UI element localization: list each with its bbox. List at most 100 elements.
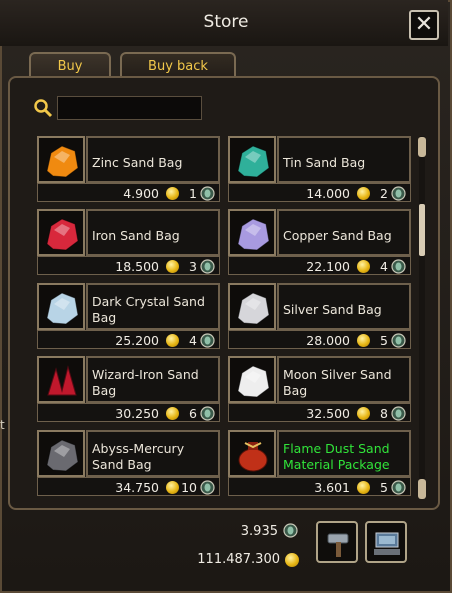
item-price-row: 4.900 1 (37, 183, 220, 202)
gold-coin-icon (166, 260, 179, 273)
item-name: Iron Sand Bag (86, 209, 220, 256)
hammer-icon (327, 533, 349, 557)
scroll-up-button[interactable] (418, 137, 426, 157)
gem-icon (200, 406, 215, 421)
scrollbar-track[interactable] (419, 136, 425, 498)
item-name: Flame Dust Sand Material Package (277, 430, 411, 477)
item-name: Tin Sand Bag (277, 136, 411, 183)
store-item[interactable]: Abyss-Mercury Sand Bag 34.750 10 (37, 430, 221, 496)
gold-coin-icon (357, 260, 370, 273)
pale-blue-ore-icon (46, 292, 79, 325)
store-item[interactable]: Wizard-Iron Sand Bag 30.250 6 (37, 356, 221, 422)
repair-button[interactable] (316, 521, 358, 563)
search-input[interactable] (57, 96, 202, 120)
item-icon-slot[interactable] (37, 209, 85, 256)
gold-coin-icon (357, 407, 370, 420)
item-quantity: 1 (189, 186, 197, 201)
item-quantity: 3 (189, 259, 197, 274)
sell-button[interactable] (365, 521, 407, 563)
gold-coin-icon (285, 553, 299, 567)
item-name: Copper Sand Bag (277, 209, 411, 256)
store-item[interactable]: Zinc Sand Bag 4.900 1 (37, 136, 221, 202)
item-quantity: 5 (380, 333, 388, 348)
gold-coin-icon (166, 187, 179, 200)
item-price-row: 18.500 3 (37, 256, 220, 275)
item-price-row: 32.500 8 (228, 403, 411, 422)
item-icon-slot[interactable] (37, 283, 85, 330)
item-price: 32.500 (306, 406, 350, 421)
item-icon-slot[interactable] (228, 209, 276, 256)
item-icon-slot[interactable] (228, 430, 276, 477)
item-icon-slot[interactable] (37, 356, 85, 403)
gold-total: 111.487.300 (197, 552, 280, 567)
item-price-row: 3.601 5 (228, 477, 411, 496)
store-item[interactable]: Moon Silver Sand Bag 32.500 8 (228, 356, 412, 422)
store-item[interactable]: Iron Sand Bag 18.500 3 (37, 209, 221, 275)
gem-icon (200, 480, 215, 495)
red-ore-icon (46, 218, 79, 251)
item-name: Zinc Sand Bag (86, 136, 220, 183)
scrollbar-thumb[interactable] (419, 204, 425, 256)
gem-icon (200, 333, 215, 348)
item-quantity: 2 (380, 186, 388, 201)
item-price: 18.500 (115, 259, 159, 274)
item-price-row: 14.000 2 (228, 183, 411, 202)
item-quantity: 4 (380, 259, 388, 274)
item-icon-slot[interactable] (37, 430, 85, 477)
store-item[interactable]: Copper Sand Bag 22.100 4 (228, 209, 412, 275)
store-item[interactable]: Tin Sand Bag 14.000 2 (228, 136, 412, 202)
item-quantity: 6 (189, 406, 197, 421)
gem-icon (200, 186, 215, 201)
item-price: 14.000 (306, 186, 350, 201)
gem-icon (283, 523, 298, 538)
gem-icon (391, 333, 406, 348)
window-title: Store (203, 12, 249, 32)
silver-ore-icon (237, 292, 270, 325)
search-icon (34, 99, 53, 118)
item-name: Abyss-Mercury Sand Bag (86, 430, 220, 477)
item-name: Silver Sand Bag (277, 283, 411, 330)
background-text: t (0, 418, 5, 432)
gold-coin-icon (357, 334, 370, 347)
orange-ore-icon (46, 145, 79, 178)
store-item[interactable]: Dark Crystal Sand Bag 25.200 4 (37, 283, 221, 349)
crimson-crystal-icon (47, 365, 77, 396)
item-price: 3.601 (314, 480, 350, 495)
gem-icon (391, 259, 406, 274)
item-quantity: 8 (380, 406, 388, 421)
item-price-row: 25.200 4 (37, 330, 220, 349)
item-name: Wizard-Iron Sand Bag (86, 356, 220, 403)
gold-coin-icon (166, 407, 179, 420)
item-name: Moon Silver Sand Bag (277, 356, 411, 403)
teal-ore-icon (237, 145, 270, 178)
item-price: 28.000 (306, 333, 350, 348)
item-icon-slot[interactable] (228, 136, 276, 183)
item-price-row: 22.100 4 (228, 256, 411, 275)
item-price: 25.200 (115, 333, 159, 348)
dark-gray-ore-icon (46, 439, 79, 472)
item-icon-slot[interactable] (37, 136, 85, 183)
item-name: Dark Crystal Sand Bag (86, 283, 220, 330)
item-price-row: 34.750 10 (37, 477, 220, 496)
close-button[interactable]: ✕ (409, 10, 439, 40)
red-pouch-icon (238, 442, 268, 472)
item-quantity: 10 (181, 480, 197, 495)
store-item[interactable]: Flame Dust Sand Material Package 3.601 5 (228, 430, 412, 496)
item-price: 30.250 (115, 406, 159, 421)
item-quantity: 5 (380, 480, 388, 495)
scroll-down-button[interactable] (418, 479, 426, 499)
item-icon-slot[interactable] (228, 283, 276, 330)
store-item[interactable]: Silver Sand Bag 28.000 5 (228, 283, 412, 349)
gem-icon (391, 480, 406, 495)
lavender-ore-icon (237, 218, 270, 251)
gem-icon (391, 406, 406, 421)
item-price: 22.100 (306, 259, 350, 274)
item-icon-slot[interactable] (228, 356, 276, 403)
gold-coin-icon (357, 187, 370, 200)
item-price-row: 28.000 5 (228, 330, 411, 349)
item-price-row: 30.250 6 (37, 403, 220, 422)
item-price: 4.900 (123, 186, 159, 201)
gold-coin-icon (357, 481, 370, 494)
item-price: 34.750 (115, 480, 159, 495)
gems-total: 3.935 (240, 524, 278, 539)
